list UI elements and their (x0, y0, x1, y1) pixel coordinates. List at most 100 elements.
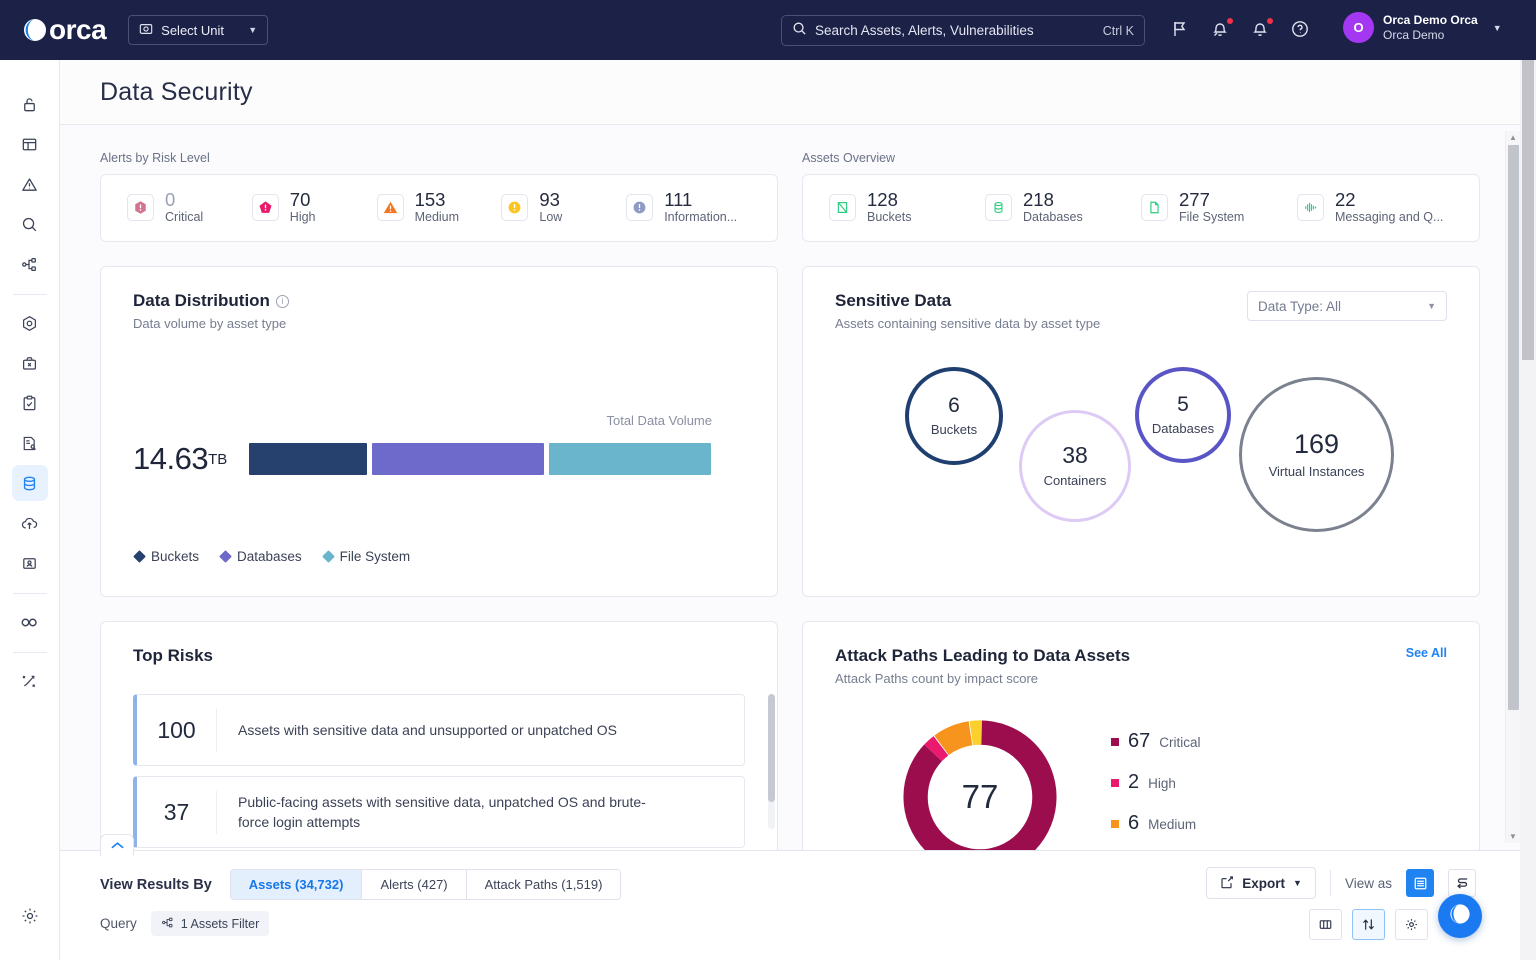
sidebar-item-malware[interactable] (12, 345, 48, 381)
scroll-down-arrow[interactable]: ▼ (1509, 832, 1517, 841)
legend-item[interactable]: Buckets (133, 549, 199, 564)
legend-item[interactable]: 67 Critical (1111, 730, 1201, 753)
export-label: Export (1242, 875, 1286, 891)
sidebar-item-dashboard[interactable] (12, 126, 48, 162)
alerts-by-risk-section: Alerts by Risk Level 0 Critical 70 High … (100, 151, 778, 242)
kpi-label: Information... (664, 210, 738, 225)
user-menu[interactable]: O Orca Demo Orca Orca Demo ▼ (1343, 12, 1502, 43)
sidebar-item-discovery[interactable] (12, 206, 48, 242)
bubble-databases[interactable]: 5 Databases (1135, 367, 1231, 463)
orca-assistant-button[interactable] (1438, 894, 1482, 938)
bubble-buckets[interactable]: 6 Buckets (905, 367, 1003, 465)
kpi-informational[interactable]: 111 Information... (626, 188, 751, 226)
critical-hexagon-icon (127, 194, 154, 222)
attack-paths-subtitle: Attack Paths count by impact score (835, 671, 1039, 686)
kpi-messaging[interactable]: 22 Messaging and Q... (1297, 189, 1453, 226)
tab-attack-paths[interactable]: Attack Paths (1,519) (466, 870, 621, 899)
info-icon[interactable]: i (275, 294, 289, 308)
legend-value: 67 (1128, 730, 1151, 752)
legend-swatch-file-system (321, 550, 335, 563)
data-distribution-legend: Buckets Databases File System (133, 549, 410, 564)
kpi-medium[interactable]: 153 Medium (376, 189, 502, 226)
high-pentagon-icon (251, 194, 279, 222)
data-type-filter[interactable]: Data Type: All ▼ (1247, 291, 1447, 321)
sidebar-item-vulnerabilities[interactable] (12, 305, 48, 341)
kpi-critical[interactable]: 0 Critical (127, 189, 252, 226)
collapse-panel-button[interactable] (100, 834, 134, 856)
scrollbar-thumb[interactable] (1522, 60, 1534, 360)
sidebar-item-ci-cd[interactable] (12, 604, 48, 640)
sidebar-item-iam[interactable] (12, 425, 48, 461)
top-risks-scrollbar[interactable] (768, 694, 775, 829)
bar-buckets[interactable] (249, 443, 368, 475)
list-item[interactable]: 37 Public-facing assets with sensitive d… (133, 776, 745, 848)
sidebar-item-compliance[interactable] (12, 385, 48, 421)
sort-icon[interactable] (1352, 909, 1385, 940)
kpi-file-system[interactable]: 277 File System (1141, 189, 1297, 226)
scrollbar-thumb[interactable] (1508, 145, 1519, 710)
kpi-label: Databases (1023, 210, 1083, 225)
low-circle-icon (501, 194, 529, 222)
search-shortcut-hint: Ctrl K (1102, 23, 1134, 38)
sidebar-item-asset-graph[interactable] (12, 246, 48, 282)
columns-icon[interactable] (1309, 909, 1342, 940)
sidebar-item-unlock[interactable] (12, 86, 48, 122)
legend-value: 6 (1128, 812, 1140, 834)
attack-paths-header: Attack Paths Leading to Data Assets Atta… (835, 646, 1447, 686)
alerts-by-risk-label: Alerts by Risk Level (100, 151, 210, 165)
legend-item[interactable]: 2 High (1111, 771, 1201, 794)
sidebar-item-identity[interactable] (12, 545, 48, 581)
bar-file-system[interactable] (549, 443, 712, 475)
alert-bell-icon[interactable] (1210, 18, 1233, 41)
kpi-label: High (289, 210, 316, 225)
legend-item[interactable]: Databases (219, 549, 302, 564)
bubble-containers[interactable]: 38 Containers (1019, 410, 1131, 522)
legend-item[interactable]: 6 Medium (1111, 812, 1201, 835)
see-all-link[interactable]: See All (1406, 646, 1447, 660)
orca-logo[interactable]: orca (22, 16, 107, 44)
sidebar-item-settings[interactable] (12, 898, 48, 934)
chevron-down-icon: ▼ (1293, 878, 1302, 888)
sidebar-item-cloud[interactable] (12, 505, 48, 541)
sidebar-item-alerts[interactable] (12, 166, 48, 202)
chevron-down-icon: ▼ (1492, 22, 1502, 33)
assets-filter-chip[interactable]: 1 Assets Filter (150, 911, 270, 936)
bubble-virtual-instances[interactable]: 169 Virtual Instances (1239, 377, 1394, 532)
charts-row: Data Distribution i Data volume by asset… (100, 242, 1480, 597)
kpi-value: 111 (664, 188, 693, 210)
content-scrollbar[interactable]: ▲ ▼ (1505, 131, 1520, 843)
page-scrollbar[interactable] (1520, 60, 1536, 960)
tab-alerts[interactable]: Alerts (427) (362, 870, 467, 899)
kpi-high[interactable]: 70 High (251, 189, 377, 226)
select-unit-dropdown[interactable]: Select Unit ▼ (128, 15, 269, 45)
tab-assets[interactable]: Assets (34,732) (230, 870, 363, 899)
sidebar-item-attack-path[interactable] (12, 663, 48, 699)
flag-icon[interactable] (1170, 19, 1192, 41)
list-view-icon[interactable] (1406, 869, 1434, 897)
kpi-databases[interactable]: 218 Databases (985, 188, 1141, 226)
global-search[interactable]: Ctrl K (781, 15, 1145, 46)
attack-paths-legend: 67 Critical 2 High 6 Medium (1111, 712, 1201, 850)
kpi-value: 218 (1023, 188, 1054, 210)
page-header: Data Security (60, 60, 1536, 125)
unit-scope-icon (139, 22, 153, 39)
kpi-buckets[interactable]: 128 Buckets (829, 189, 985, 226)
kpi-low[interactable]: 93 Low (501, 189, 626, 226)
export-button[interactable]: Export ▼ (1206, 867, 1316, 899)
list-item[interactable]: 100 Assets with sensitive data and unsup… (133, 694, 745, 766)
notification-bell-icon[interactable] (1250, 18, 1273, 41)
scrollbar-thumb[interactable] (768, 694, 775, 802)
chevron-down-icon: ▼ (248, 25, 258, 35)
help-circle-icon[interactable] (1290, 19, 1312, 41)
risk-text: Public-facing assets with sensitive data… (238, 793, 646, 830)
bar-databases[interactable] (372, 443, 545, 475)
avatar: O (1343, 12, 1374, 43)
table-view-icon[interactable] (1448, 869, 1476, 897)
settings-table-icon[interactable] (1395, 909, 1428, 940)
attack-paths-card: Attack Paths Leading to Data Assets Atta… (802, 621, 1480, 850)
legend-item[interactable]: File System (321, 549, 410, 564)
search-input[interactable] (815, 23, 1095, 38)
sidebar-item-data-security[interactable] (11, 465, 48, 501)
scroll-up-arrow[interactable]: ▲ (1509, 133, 1517, 142)
total-data-volume-label: Total Data Volume (606, 413, 712, 428)
